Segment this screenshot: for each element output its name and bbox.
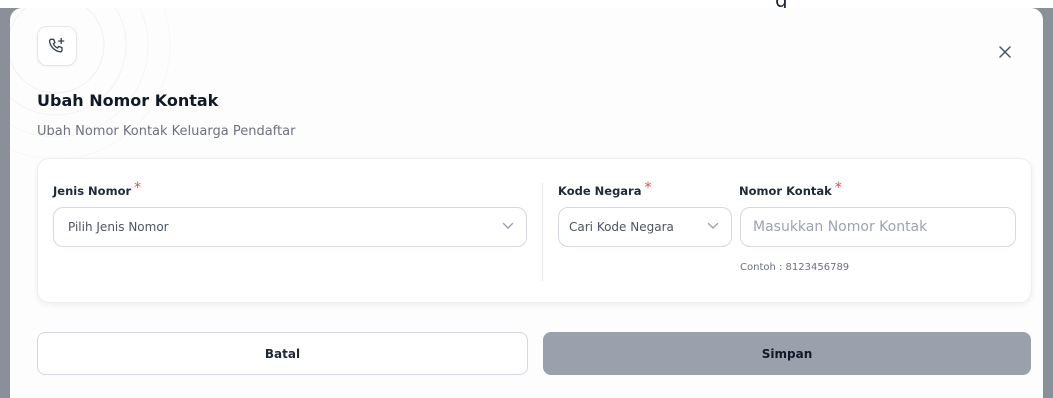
nomor-kontak-label-text: Nomor Kontak <box>739 184 832 198</box>
modal-subtitle: Ubah Nomor Kontak Keluarga Pendaftar <box>37 124 296 139</box>
kode-negara-select[interactable]: Cari Kode Negara <box>558 207 732 247</box>
chevron-down-icon <box>502 222 514 229</box>
save-button[interactable]: Simpan <box>543 332 1031 375</box>
required-marker: * <box>834 180 842 196</box>
vertical-divider <box>542 183 543 281</box>
jenis-nomor-label: Jenis Nomor * <box>53 180 142 199</box>
kode-negara-label: Kode Negara * <box>558 180 652 199</box>
jenis-nomor-select[interactable]: Pilih Jenis Nomor <box>53 207 527 247</box>
close-button[interactable] <box>993 40 1017 64</box>
jenis-nomor-label-text: Jenis Nomor <box>53 184 132 198</box>
form-card: Jenis Nomor * Pilih Jenis Nomor Kode Nega… <box>37 158 1032 303</box>
phone-plus-icon-box <box>37 26 77 66</box>
kode-negara-label-text: Kode Negara <box>558 184 642 198</box>
edit-contact-modal: Ubah Nomor Kontak Ubah Nomor Kontak Kelu… <box>10 8 1043 398</box>
kode-negara-placeholder: Cari Kode Negara <box>569 220 674 234</box>
chevron-down-icon <box>707 222 719 229</box>
nomor-kontak-label: Nomor Kontak * <box>739 180 842 199</box>
jenis-nomor-placeholder: Pilih Jenis Nomor <box>68 220 169 234</box>
close-icon <box>999 46 1011 58</box>
nomor-kontak-placeholder: Masukkan Nomor Kontak <box>753 219 928 235</box>
nomor-kontak-input[interactable]: Masukkan Nomor Kontak <box>740 207 1016 247</box>
nomor-kontak-hint: Contoh : 8123456789 <box>740 262 850 273</box>
background-page-strip: g <box>0 0 1053 12</box>
phone-plus-icon <box>48 37 65 53</box>
required-marker: * <box>134 180 142 196</box>
required-marker: * <box>644 180 652 196</box>
cancel-button[interactable]: Batal <box>37 332 528 375</box>
modal-title: Ubah Nomor Kontak <box>37 91 219 110</box>
